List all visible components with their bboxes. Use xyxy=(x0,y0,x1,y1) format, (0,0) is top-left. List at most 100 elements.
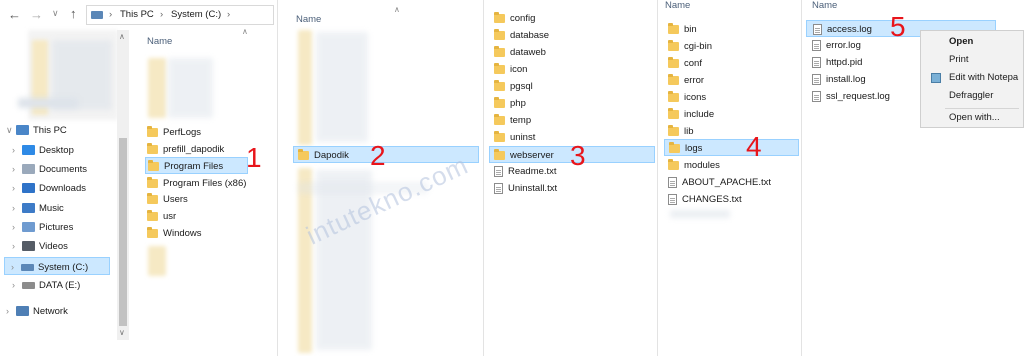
nav-data-e[interactable]: › DATA (E:) xyxy=(12,276,80,294)
list-item[interactable]: error.log xyxy=(812,37,861,54)
notepad-icon xyxy=(931,73,941,83)
list-item[interactable]: Windows xyxy=(147,225,202,242)
back-button[interactable]: ← xyxy=(8,7,21,22)
chevron-right-icon[interactable]: › xyxy=(11,258,21,276)
list-item[interactable]: Users xyxy=(147,191,188,208)
list-item[interactable]: PerfLogs xyxy=(147,124,201,141)
list-item[interactable]: modules xyxy=(668,157,720,174)
column-header-name[interactable]: Name xyxy=(296,14,321,25)
list-item[interactable]: Readme.txt xyxy=(494,163,557,180)
folder-icon xyxy=(147,209,158,221)
list-item-selected[interactable]: logs xyxy=(664,139,799,156)
folder-icon xyxy=(494,28,505,40)
list-item[interactable]: install.log xyxy=(812,71,866,88)
chevron-right-icon[interactable]: › xyxy=(12,276,22,294)
folder-icon xyxy=(494,11,505,23)
column-header-name[interactable]: Name xyxy=(665,0,690,11)
list-item[interactable]: icons xyxy=(668,89,706,106)
list-item[interactable]: uninst xyxy=(494,129,535,146)
nav-desktop[interactable]: › Desktop xyxy=(12,141,74,159)
explorer-window: ← → ∨ ↑ › This PC › System (C:) › ∨ This … xyxy=(0,0,276,356)
nav-videos[interactable]: › Videos xyxy=(12,237,68,255)
list-item[interactable]: database xyxy=(494,27,549,44)
folder-icon xyxy=(668,158,679,170)
breadcrumb-chevron-icon: › xyxy=(109,9,113,20)
list-item-selected[interactable]: Program Files xyxy=(145,157,248,174)
column-header-name[interactable]: Name xyxy=(147,36,172,47)
list-item[interactable]: httpd.pid xyxy=(812,54,862,71)
breadcrumb-system-c[interactable]: System (C:) xyxy=(171,6,221,24)
list-item[interactable]: CHANGES.txt xyxy=(668,191,742,208)
breadcrumb[interactable]: › This PC › System (C:) › xyxy=(86,5,274,25)
list-item[interactable]: Program Files (x86) xyxy=(147,175,246,192)
up-button[interactable]: ↑ xyxy=(70,6,77,21)
nav-system-c[interactable]: › System (C:) xyxy=(4,257,110,275)
list-item[interactable]: icon xyxy=(494,61,527,78)
step-number: 4 xyxy=(746,131,762,162)
menu-item-print[interactable]: Print xyxy=(921,51,1023,69)
menu-item-open[interactable]: Open xyxy=(921,33,1023,51)
chevron-right-icon[interactable]: › xyxy=(12,237,22,255)
list-item[interactable]: ssl_request.log xyxy=(812,88,890,105)
folder-icon xyxy=(668,107,679,119)
blurred-folders xyxy=(298,30,312,145)
folder-icon xyxy=(668,39,679,51)
breadcrumb-chevron-icon: › xyxy=(227,9,231,20)
scroll-down-icon[interactable]: ∨ xyxy=(119,328,125,337)
list-item[interactable]: include xyxy=(668,106,714,123)
forward-button[interactable]: → xyxy=(30,7,43,22)
menu-item-defraggler[interactable]: Defraggler xyxy=(921,87,1023,105)
chevron-right-icon[interactable]: › xyxy=(12,141,22,159)
list-item[interactable]: conf xyxy=(668,55,702,72)
sort-ascending-icon: ∧ xyxy=(242,27,248,36)
list-item[interactable]: dataweb xyxy=(494,44,546,61)
folder-icon xyxy=(147,142,158,154)
chevron-right-icon[interactable]: › xyxy=(12,160,22,178)
folder-icon xyxy=(668,73,679,85)
folder-icon xyxy=(147,226,158,238)
nav-music[interactable]: › Music xyxy=(12,199,64,217)
drive-icon xyxy=(21,263,34,271)
nav-network[interactable]: › Network xyxy=(6,302,68,320)
network-icon xyxy=(16,306,29,317)
pid-file-icon xyxy=(812,56,821,68)
breadcrumb-this-pc[interactable]: This PC xyxy=(120,6,154,24)
list-item[interactable]: error xyxy=(668,72,704,89)
nav-pictures[interactable]: › Pictures xyxy=(12,218,73,236)
list-item[interactable]: bin xyxy=(668,21,697,38)
list-item[interactable]: php xyxy=(494,95,526,112)
column-header-name[interactable]: Name xyxy=(812,0,837,11)
webserver-pane: Name bin cgi-bin conf error icons includ… xyxy=(658,0,800,356)
list-item[interactable]: pgsql xyxy=(494,78,533,95)
menu-item-open-with[interactable]: Open with... xyxy=(921,109,1023,127)
blurred-folders xyxy=(168,58,213,118)
nav-documents[interactable]: › Documents xyxy=(12,160,87,178)
nav-this-pc[interactable]: ∨ This PC xyxy=(6,121,67,139)
chevron-right-icon[interactable]: › xyxy=(6,302,16,320)
breadcrumb-chevron-icon: › xyxy=(160,9,164,20)
folder-icon xyxy=(669,141,680,153)
list-item[interactable]: temp xyxy=(494,112,531,129)
scroll-up-icon[interactable]: ∧ xyxy=(119,32,125,41)
chevron-down-icon[interactable]: ∨ xyxy=(6,121,16,139)
chevron-right-icon[interactable]: › xyxy=(12,218,22,236)
chevron-right-icon[interactable]: › xyxy=(12,199,22,217)
list-item[interactable]: prefill_dapodik xyxy=(147,141,224,158)
folder-icon xyxy=(494,148,505,160)
folder-icon xyxy=(494,130,505,142)
videos-icon xyxy=(22,241,35,252)
list-item[interactable]: ABOUT_APACHE.txt xyxy=(668,174,771,191)
documents-icon xyxy=(22,164,35,175)
list-item[interactable]: cgi-bin xyxy=(668,38,712,55)
list-item[interactable]: Uninstall.txt xyxy=(494,180,557,197)
list-item[interactable]: lib xyxy=(668,123,694,140)
nav-downloads[interactable]: › Downloads xyxy=(12,179,86,197)
chevron-right-icon[interactable]: › xyxy=(12,179,22,197)
nav-scrollbar-thumb[interactable] xyxy=(119,138,127,326)
recent-dropdown-icon[interactable]: ∨ xyxy=(52,8,59,19)
folder-icon xyxy=(147,125,158,137)
list-item[interactable]: usr xyxy=(147,208,176,225)
list-item[interactable]: config xyxy=(494,10,535,27)
folder-icon xyxy=(148,159,159,171)
drive-icon xyxy=(91,11,103,19)
